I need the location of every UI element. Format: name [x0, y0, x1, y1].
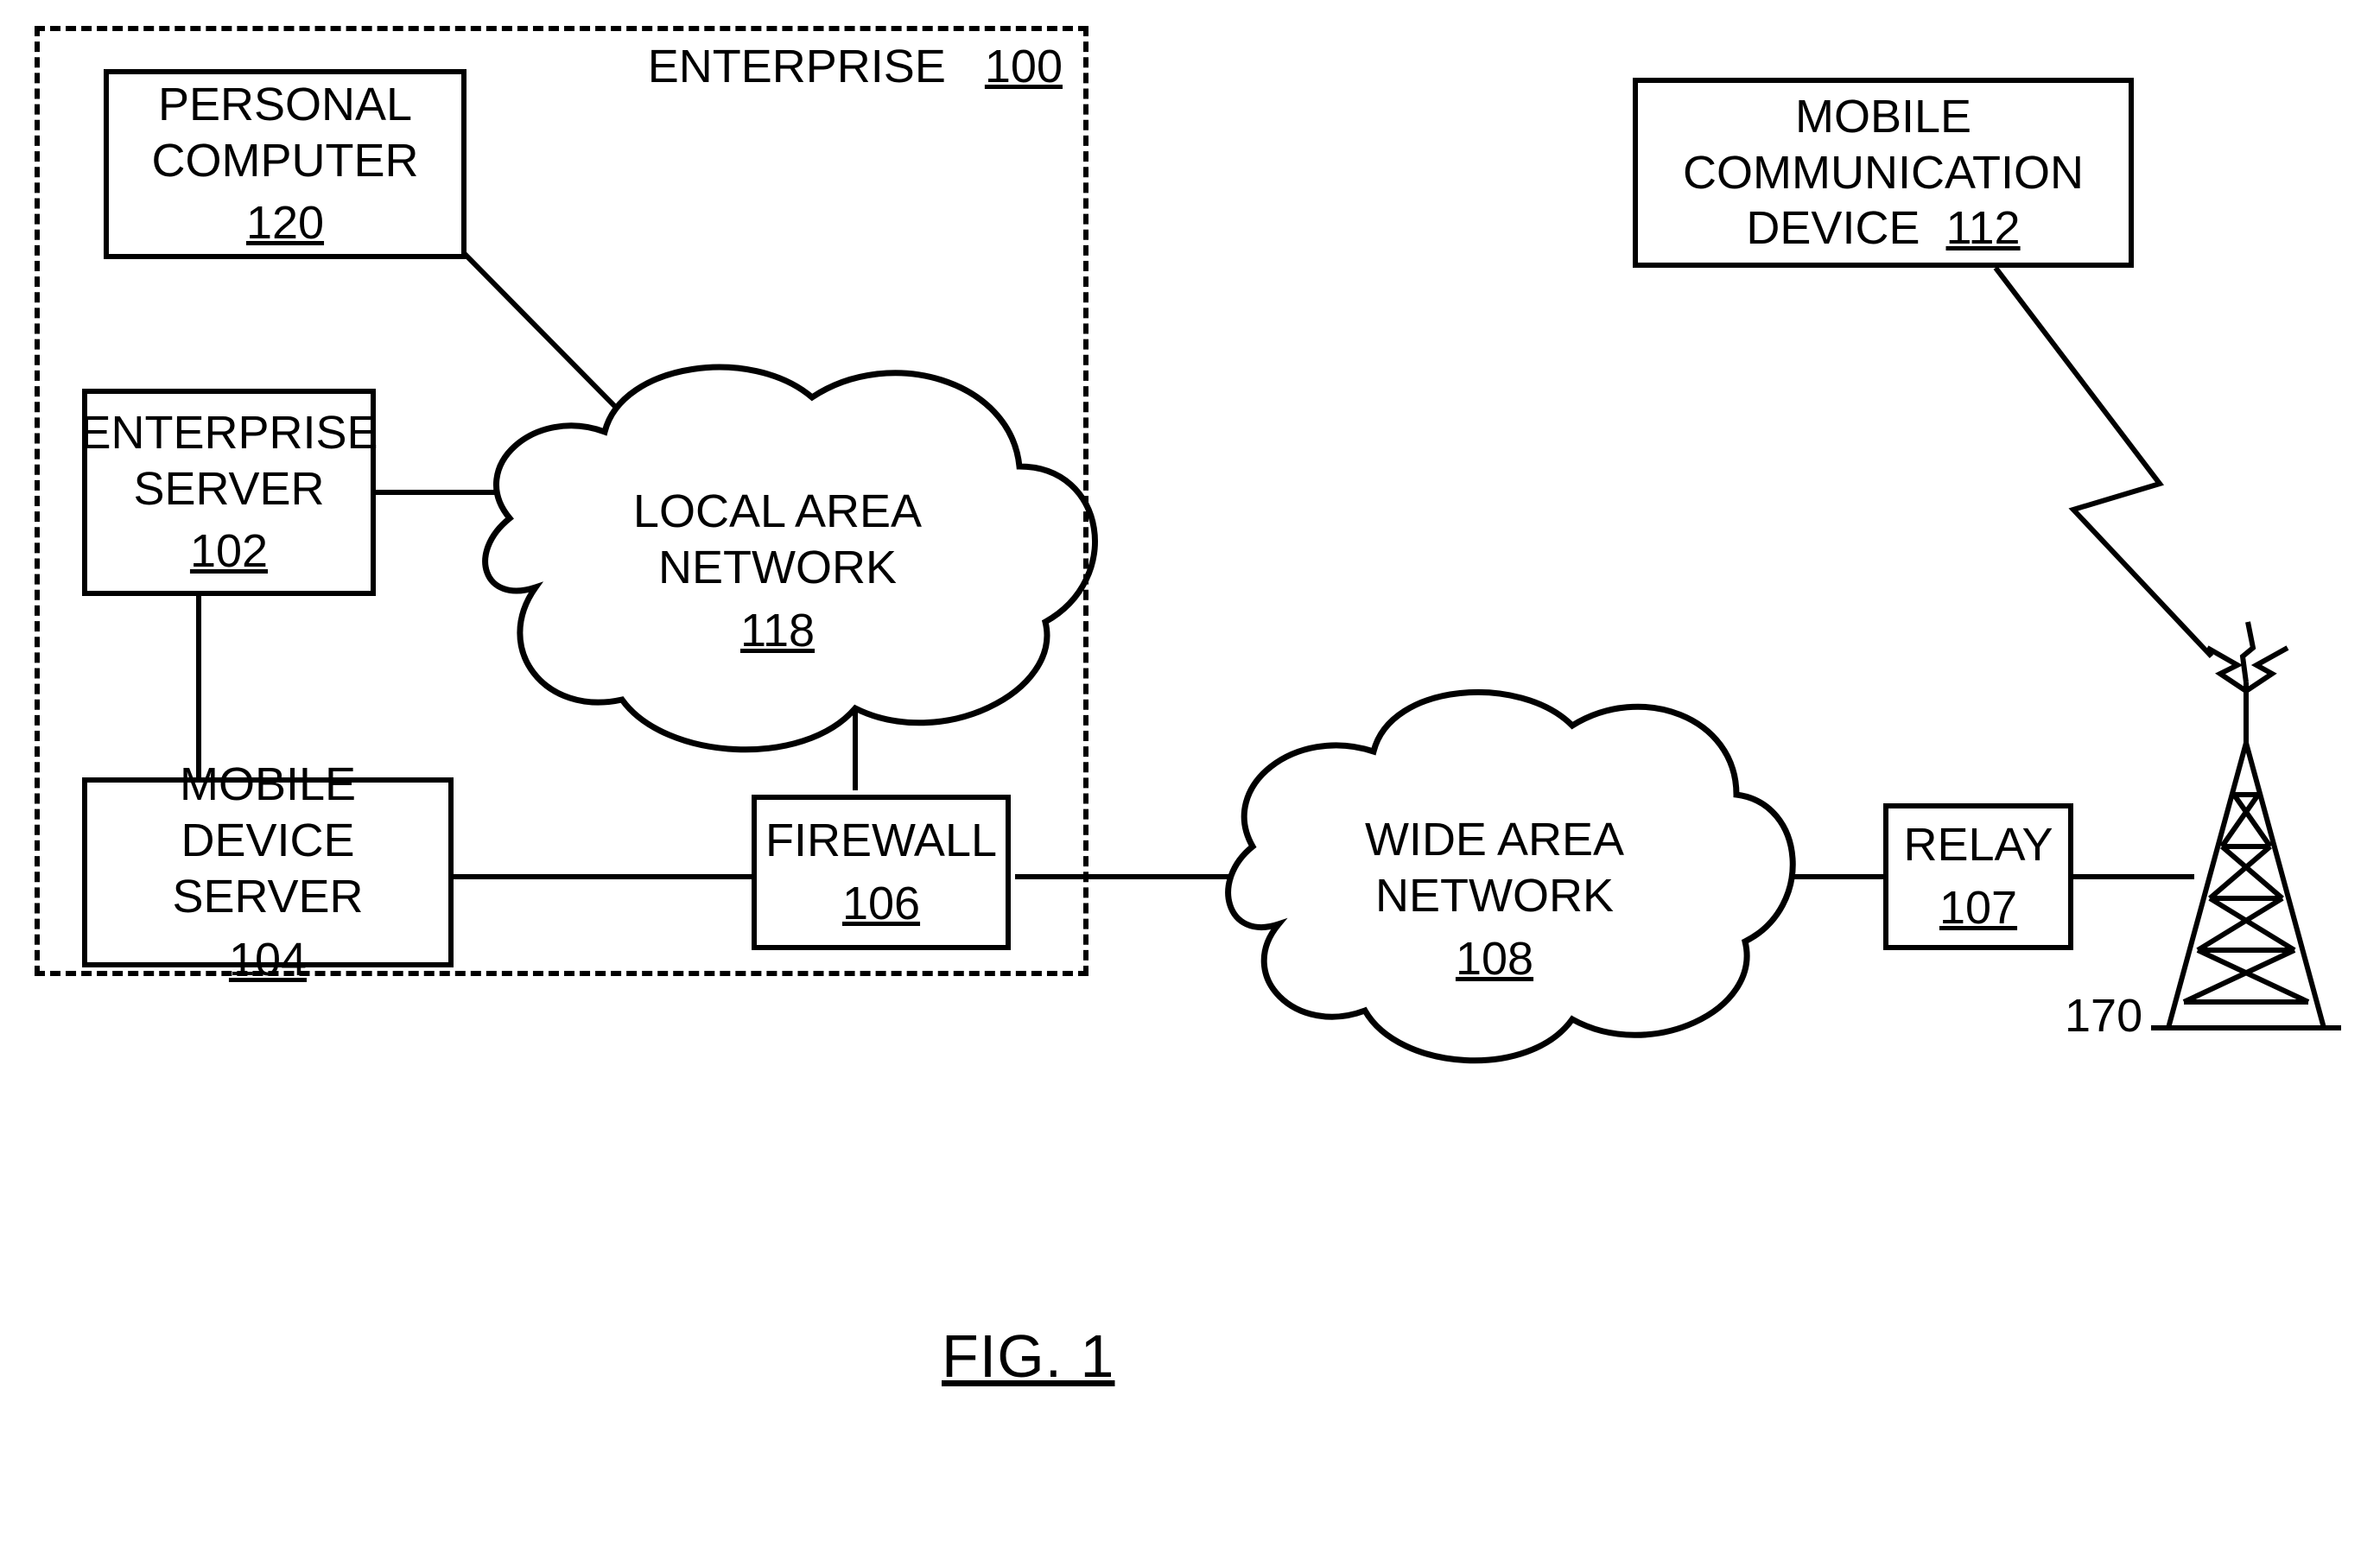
mobile-comm-device-label: MOBILE COMMUNICATION DEVICE 112 — [1652, 89, 2115, 257]
enterprise-label-text: ENTERPRISE — [648, 41, 946, 92]
relay-label: RELAY — [1903, 817, 2053, 873]
enterprise-ref: 100 — [985, 41, 1063, 92]
wireless-link-icon — [1996, 268, 2212, 656]
personal-computer-ref: 120 — [246, 195, 324, 251]
lan-label-text: LOCAL AREA NETWORK — [633, 485, 922, 593]
lan-ref: 118 — [622, 603, 933, 659]
personal-computer-label: PERSONAL COMPUTER — [123, 77, 447, 189]
wan-label-text: WIDE AREA NETWORK — [1365, 814, 1624, 922]
mobile-comm-device-label-text: MOBILE COMMUNICATION DEVICE — [1683, 91, 2084, 255]
relay-ref: 107 — [1939, 880, 2017, 936]
firewall-box: FIREWALL 106 — [752, 795, 1011, 950]
wan-cloud-label: WIDE AREA NETWORK 108 — [1348, 812, 1641, 986]
tower-ref: 170 — [2065, 989, 2142, 1043]
mobile-device-server-box: MOBILE DEVICE SERVER 104 — [82, 777, 454, 967]
personal-computer-box: PERSONAL COMPUTER 120 — [104, 69, 466, 259]
diagram-canvas: ENTERPRISE 100 PERSONAL COMPUTER 120 ENT… — [0, 0, 2380, 1566]
enterprise-label: ENTERPRISE 100 — [648, 40, 1063, 93]
cell-tower-icon — [2151, 622, 2341, 1028]
mobile-device-server-label: MOBILE DEVICE SERVER — [101, 757, 435, 924]
figure-caption: FIG. 1 — [942, 1322, 1114, 1391]
relay-box: RELAY 107 — [1883, 803, 2073, 950]
enterprise-server-box: ENTERPRISE SERVER 102 — [82, 389, 376, 596]
mobile-comm-device-box: MOBILE COMMUNICATION DEVICE 112 — [1633, 78, 2134, 268]
wan-ref: 108 — [1348, 931, 1641, 987]
lan-cloud-label: LOCAL AREA NETWORK 118 — [622, 484, 933, 658]
enterprise-server-ref: 102 — [190, 523, 268, 580]
mobile-device-server-ref: 104 — [229, 932, 307, 988]
firewall-ref: 106 — [842, 876, 920, 932]
mobile-comm-device-ref: 112 — [1946, 202, 2021, 254]
enterprise-server-label: ENTERPRISE SERVER — [79, 405, 378, 517]
firewall-label: FIREWALL — [765, 813, 997, 869]
